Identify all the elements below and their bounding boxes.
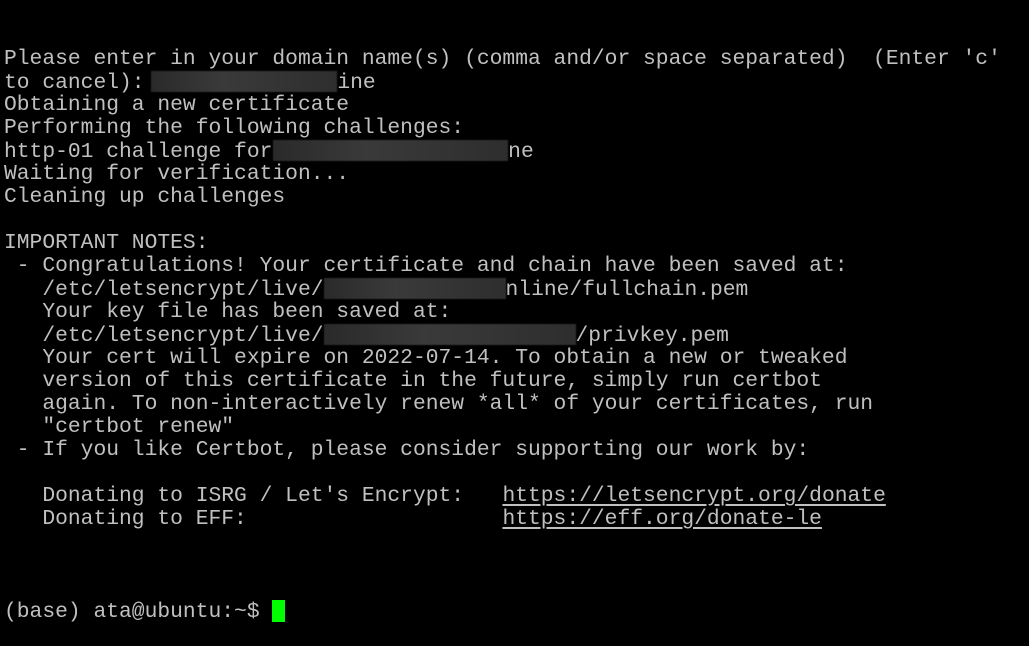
terminal-output[interactable]: Please enter in your domain name(s) (com…: [4, 2, 1001, 646]
terminal-line: IMPORTANT NOTES:: [4, 232, 1001, 255]
line-text: nline/fullchain.pem: [505, 278, 749, 302]
terminal-line: Obtaining a new certificate: [4, 94, 1001, 117]
terminal-line: Waiting for verification...: [4, 163, 1001, 186]
line-text: to cancel):: [4, 71, 158, 95]
line-text: Donating to ISRG / Let's Encrypt:: [4, 484, 503, 508]
line-text: Waiting for verification...: [4, 162, 350, 186]
line-text: /privkey.pem: [575, 324, 729, 348]
cursor: [272, 600, 286, 622]
redacted-domain: [323, 278, 506, 299]
redacted-domain: [273, 140, 509, 161]
prompt-line[interactable]: (base) ata@ubuntu:~$: [4, 600, 1001, 624]
terminal-line: Your key file has been saved at:: [4, 301, 1001, 324]
terminal-lines: Please enter in your domain name(s) (com…: [4, 48, 1001, 554]
redacted-domain: [323, 324, 576, 345]
line-text: version of this certificate in the futur…: [4, 369, 822, 393]
line-text: - If you like Certbot, please consider s…: [4, 438, 810, 462]
donate-link[interactable]: https://letsencrypt.org/donate: [502, 484, 885, 508]
terminal-line: /etc/letsencrypt/live/nline/fullchain.pe…: [4, 278, 1001, 302]
terminal-line: http-01 challenge for ne: [4, 140, 1001, 164]
terminal-line: - If you like Certbot, please consider s…: [4, 439, 1001, 462]
terminal-line: version of this certificate in the futur…: [4, 370, 1001, 393]
line-text: again. To non-interactively renew *all* …: [4, 392, 874, 416]
terminal-line: /etc/letsencrypt/live/ /privkey.pem: [4, 324, 1001, 348]
line-text: - Congratulations! Your certificate and …: [4, 254, 848, 278]
line-text: /etc/letsencrypt/live/: [4, 324, 324, 348]
line-text: http-01 challenge for: [4, 140, 286, 164]
line-text: ine: [337, 71, 376, 95]
line-text: Cleaning up challenges: [4, 185, 286, 209]
line-text: Obtaining a new certificate: [4, 93, 350, 117]
donate-link[interactable]: https://eff.org/donate-le: [502, 507, 822, 531]
line-text: Please enter in your domain name(s) (com…: [4, 47, 1001, 71]
line-text: Your cert will expire on 2022-07-14. To …: [4, 346, 848, 370]
terminal-line: Donating to ISRG / Let's Encrypt: https:…: [4, 485, 1001, 508]
terminal-line: Performing the following challenges:: [4, 117, 1001, 140]
line-text: Performing the following challenges:: [4, 116, 465, 140]
terminal-line: to cancel): ine: [4, 71, 1001, 95]
terminal-line: Cleaning up challenges: [4, 186, 1001, 209]
redacted-domain: [151, 71, 338, 92]
terminal-line: again. To non-interactively renew *all* …: [4, 393, 1001, 416]
terminal-line: Please enter in your domain name(s) (com…: [4, 48, 1001, 71]
line-text: IMPORTANT NOTES:: [4, 231, 209, 255]
line-text: Donating to EFF:: [4, 507, 503, 531]
line-text: /etc/letsencrypt/live/: [4, 278, 324, 302]
terminal-line: Your cert will expire on 2022-07-14. To …: [4, 347, 1001, 370]
line-text: "certbot renew": [4, 415, 235, 439]
shell-prompt: (base) ata@ubuntu:~$: [4, 600, 273, 624]
terminal-line: - Congratulations! Your certificate and …: [4, 255, 1001, 278]
terminal-line: Donating to EFF: https://eff.org/donate-…: [4, 508, 1001, 531]
terminal-line: "certbot renew": [4, 416, 1001, 439]
line-text: ne: [508, 140, 534, 164]
line-text: Your key file has been saved at:: [4, 300, 452, 324]
